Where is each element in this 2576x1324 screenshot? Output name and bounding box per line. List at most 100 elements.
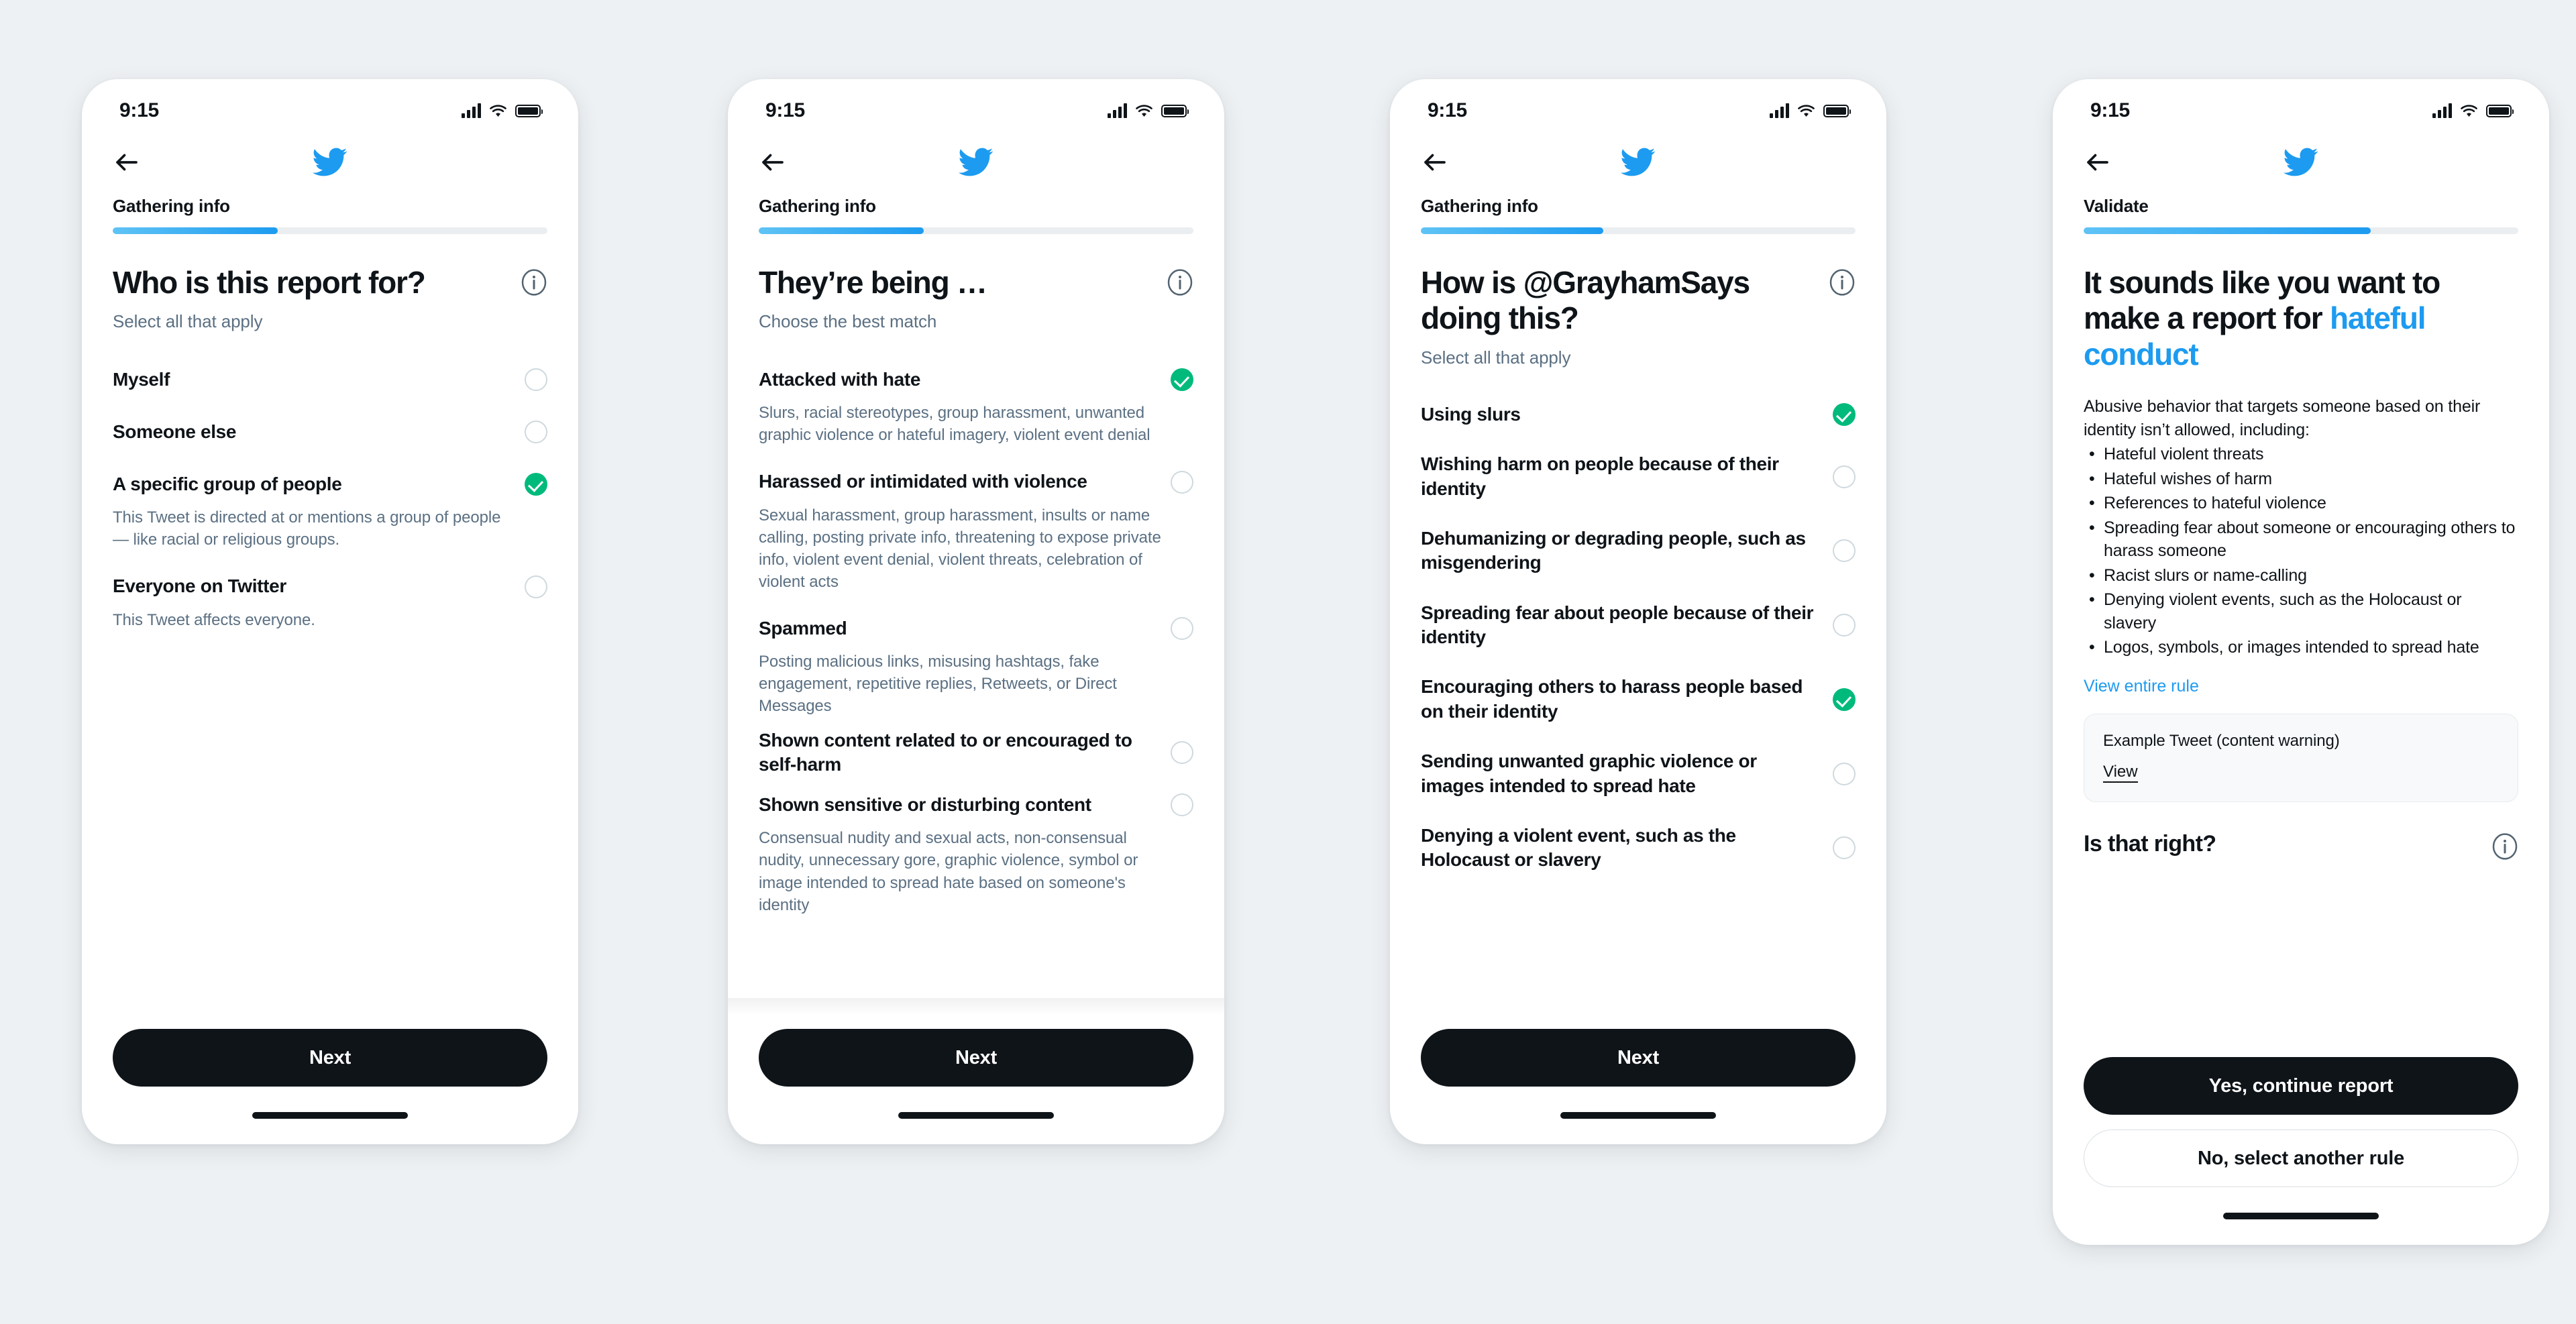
radio-button[interactable] bbox=[525, 421, 547, 444]
home-indicator bbox=[252, 1112, 408, 1119]
app-navbar bbox=[728, 131, 1224, 193]
rule-bullet-item: Hateful violent threats bbox=[2084, 443, 2518, 466]
option-row[interactable]: Myself bbox=[113, 355, 547, 404]
checkmark-icon[interactable] bbox=[525, 473, 547, 496]
status-clock: 9:15 bbox=[1428, 99, 1467, 121]
option-item[interactable]: Spreading fear about people because of t… bbox=[1421, 590, 1856, 661]
option-item[interactable]: Myself bbox=[113, 355, 547, 404]
info-icon[interactable] bbox=[521, 269, 547, 296]
option-label: Shown content related to or encouraged t… bbox=[759, 729, 1132, 775]
back-arrow-icon[interactable] bbox=[2084, 148, 2112, 176]
option-row[interactable]: Sending unwanted graphic violence or ima… bbox=[1421, 738, 1856, 810]
option-row[interactable]: Dehumanizing or degrading people, such a… bbox=[1421, 515, 1856, 587]
battery-icon bbox=[1161, 104, 1189, 117]
checkmark-icon[interactable] bbox=[1833, 402, 1856, 426]
info-icon[interactable] bbox=[1167, 269, 1193, 296]
option-item[interactable]: Everyone on Twitter This Tweet affects ev… bbox=[113, 562, 547, 631]
option-item[interactable]: Shown sensitive or disturbing content Con… bbox=[759, 780, 1193, 916]
option-row[interactable]: Attacked with hate bbox=[759, 355, 1193, 404]
phone-frame-3: 9:15 Gathering info How is @GrayhamSays … bbox=[1390, 79, 1886, 1144]
option-item[interactable]: Attacked with hate Slurs, racial stereoty… bbox=[759, 355, 1193, 446]
option-item[interactable]: Wishing harm on people because of their … bbox=[1421, 441, 1856, 512]
radio-button[interactable] bbox=[1171, 617, 1193, 641]
example-tweet-card: Example Tweet (content warning) View bbox=[2084, 713, 2518, 802]
footer-3: Next bbox=[1390, 1015, 1886, 1087]
next-button[interactable]: Next bbox=[113, 1029, 547, 1087]
back-arrow-icon[interactable] bbox=[113, 148, 141, 176]
page-title: How is @GrayhamSays doing this? bbox=[1421, 265, 1750, 336]
option-row[interactable]: Encouraging others to harass people base… bbox=[1421, 663, 1856, 735]
radio-button[interactable] bbox=[1833, 836, 1856, 860]
radio-button[interactable] bbox=[1833, 465, 1856, 488]
option-item[interactable]: Someone else bbox=[113, 407, 547, 457]
option-row[interactable]: Shown sensitive or disturbing content bbox=[759, 780, 1193, 830]
option-row[interactable]: Shown content related to or encouraged t… bbox=[759, 728, 1193, 777]
back-arrow-icon[interactable] bbox=[1421, 148, 1449, 176]
option-row[interactable]: A specific group of people bbox=[113, 459, 547, 509]
radio-button[interactable] bbox=[1171, 793, 1193, 817]
title-row: How is @GrayhamSays doing this? bbox=[1421, 265, 1856, 337]
title-row: They’re being … bbox=[759, 265, 1193, 300]
option-row[interactable]: Harassed or intimidated with violence bbox=[759, 457, 1193, 507]
option-label: Using slurs bbox=[1421, 403, 1521, 425]
status-clock: 9:15 bbox=[765, 99, 805, 121]
home-indicator-wrap bbox=[2053, 1187, 2549, 1245]
phone-frame-2: 9:15 Gathering info They’re being … Choo… bbox=[728, 79, 1224, 1144]
radio-button[interactable] bbox=[525, 368, 547, 392]
yes-continue-report-button[interactable]: Yes, continue report bbox=[2084, 1057, 2518, 1115]
home-indicator bbox=[1560, 1112, 1716, 1119]
option-item[interactable]: Sending unwanted graphic violence or ima… bbox=[1421, 738, 1856, 810]
page-title: Who is this report for? bbox=[113, 265, 426, 300]
radio-button[interactable] bbox=[525, 575, 547, 598]
option-row[interactable]: Denying a violent event, such as the Hol… bbox=[1421, 812, 1856, 884]
radio-button[interactable] bbox=[1171, 470, 1193, 494]
option-description: This Tweet is directed at or mentions a … bbox=[113, 508, 501, 549]
checkmark-icon[interactable] bbox=[1171, 368, 1193, 392]
option-item[interactable]: Harassed or intimidated with violence Sex… bbox=[759, 457, 1193, 593]
cellular-signal-icon bbox=[2432, 103, 2452, 118]
radio-button[interactable] bbox=[1171, 741, 1193, 765]
title-row: Who is this report for? bbox=[113, 265, 547, 300]
radio-button[interactable] bbox=[1833, 539, 1856, 563]
status-bar: 9:15 bbox=[82, 79, 578, 131]
option-item[interactable]: Denying a violent event, such as the Hol… bbox=[1421, 812, 1856, 884]
option-item[interactable]: A specific group of people This Tweet is … bbox=[113, 459, 547, 551]
no-select-another-rule-button[interactable]: No, select another rule bbox=[2084, 1129, 2518, 1187]
progress-track bbox=[759, 227, 1193, 234]
checkmark-icon[interactable] bbox=[1833, 687, 1856, 711]
option-row[interactable]: Spammed bbox=[759, 604, 1193, 653]
progress-section: Gathering info bbox=[82, 193, 578, 234]
info-icon[interactable] bbox=[2491, 832, 2518, 860]
cellular-signal-icon bbox=[1108, 103, 1127, 118]
radio-button[interactable] bbox=[1833, 614, 1856, 637]
next-button[interactable]: Next bbox=[759, 1029, 1193, 1087]
view-entire-rule-link[interactable]: View entire rule bbox=[2084, 677, 2199, 696]
back-arrow-icon[interactable] bbox=[759, 148, 787, 176]
option-row[interactable]: Someone else bbox=[113, 407, 547, 457]
option-label: Spammed bbox=[759, 617, 847, 639]
cellular-signal-icon bbox=[1770, 103, 1789, 118]
option-item[interactable]: Dehumanizing or degrading people, such a… bbox=[1421, 515, 1856, 587]
option-row[interactable]: Using slurs bbox=[1421, 391, 1856, 438]
app-navbar bbox=[2053, 131, 2549, 193]
option-item[interactable]: Spammed Posting malicious links, misusing… bbox=[759, 604, 1193, 717]
info-icon[interactable] bbox=[1829, 269, 1856, 296]
example-tweet-view-link[interactable]: View bbox=[2103, 763, 2138, 783]
option-item[interactable]: Using slurs bbox=[1421, 391, 1856, 438]
wifi-icon bbox=[2461, 104, 2477, 117]
option-item[interactable]: Encouraging others to harass people base… bbox=[1421, 663, 1856, 735]
progress-step-label: Gathering info bbox=[1421, 196, 1538, 216]
rule-bullet-item: Logos, symbols, or images intended to sp… bbox=[2084, 636, 2518, 659]
option-row[interactable]: Everyone on Twitter bbox=[113, 562, 547, 612]
option-row[interactable]: Spreading fear about people because of t… bbox=[1421, 590, 1856, 661]
option-label: Everyone on Twitter bbox=[113, 575, 286, 597]
option-item[interactable]: Shown content related to or encouraged t… bbox=[759, 728, 1193, 777]
radio-button[interactable] bbox=[1833, 762, 1856, 785]
progress-track bbox=[2084, 227, 2518, 234]
twitter-bird-icon bbox=[959, 148, 994, 176]
options-list-3: Using slurs Wishing harm on people becaus… bbox=[1421, 391, 1856, 884]
confirm-title: Is that right? bbox=[2084, 831, 2216, 857]
next-button[interactable]: Next bbox=[1421, 1029, 1856, 1087]
screen-content-2: They’re being … Choose the best match At… bbox=[728, 234, 1224, 1015]
option-row[interactable]: Wishing harm on people because of their … bbox=[1421, 441, 1856, 512]
